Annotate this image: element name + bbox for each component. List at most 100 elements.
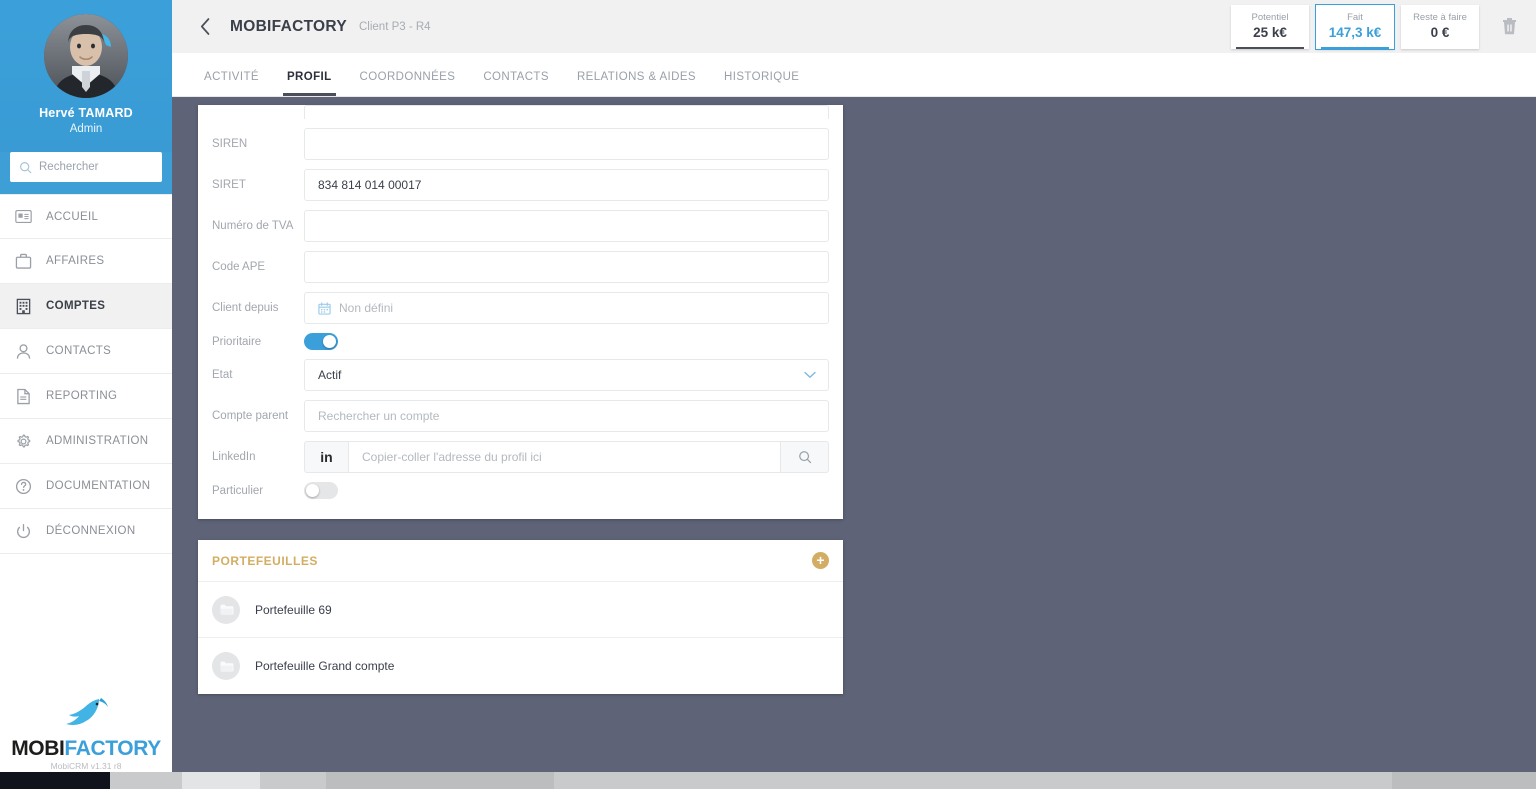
sidebar-item-affaires[interactable]: AFFAIRES <box>0 239 172 284</box>
page-subtitle: Client P3 - R4 <box>359 21 431 33</box>
tva-input[interactable] <box>304 210 829 242</box>
back-button[interactable] <box>190 12 220 42</box>
form-row-tva: Numéro de TVA <box>198 210 843 242</box>
page-title: MOBIFACTORY <box>230 18 347 36</box>
plus-circle-icon[interactable]: + <box>812 552 829 569</box>
particulier-label: Particulier <box>212 485 304 497</box>
compte-parent-label: Compte parent <box>212 410 304 422</box>
clipped-field[interactable] <box>304 105 829 119</box>
stat-potentiel[interactable]: Potentiel 25 k€ <box>1231 5 1309 49</box>
portfolio-name: Portefeuille 69 <box>255 603 332 617</box>
home-card-icon <box>14 207 33 226</box>
user-name: Hervé TAMARD <box>0 106 172 120</box>
form-row-prioritaire: Prioritaire <box>198 333 843 350</box>
sidebar-item-label: ADMINISTRATION <box>46 435 148 447</box>
siret-value: 834 814 014 00017 <box>318 178 421 192</box>
brand-word-part1: MOBI <box>11 737 64 760</box>
folder-icon <box>212 652 240 680</box>
taskbar-start[interactable] <box>0 772 110 789</box>
list-item[interactable]: Portefeuille 69 <box>198 582 843 638</box>
portfolios-card: PORTEFEUILLES + Portefeuille 69 <box>198 540 843 694</box>
siren-input[interactable] <box>304 128 829 160</box>
etat-label: Etat <box>212 369 304 381</box>
tab-historique[interactable]: HISTORIQUE <box>710 71 813 96</box>
os-taskbar <box>0 772 1536 789</box>
taskbar-item[interactable] <box>260 772 326 789</box>
linkedin-search-button[interactable] <box>781 441 829 473</box>
sidebar-nav: ACCUEIL AFFAIRES <box>0 194 172 695</box>
tab-bar: ACTIVITÉ PROFIL COORDONNÉES CONTACTS REL… <box>172 53 1536 96</box>
tab-coordonnees[interactable]: COORDONNÉES <box>346 71 470 96</box>
search-box[interactable] <box>10 152 162 182</box>
sidebar-item-administration[interactable]: ADMINISTRATION <box>0 419 172 464</box>
form-row-siren: SIREN <box>198 128 843 160</box>
sidebar-search-wrapper <box>0 152 172 194</box>
client-depuis-label: Client depuis <box>212 302 304 314</box>
gear-icon <box>14 432 33 451</box>
application-window: Hervé TAMARD Admin <box>0 0 1536 789</box>
sidebar-item-documentation[interactable]: DOCUMENTATION <box>0 464 172 509</box>
tab-contacts[interactable]: CONTACTS <box>469 71 563 96</box>
sidebar-item-label: REPORTING <box>46 390 117 402</box>
chevron-left-icon <box>199 17 212 36</box>
sidebar-item-label: ACCUEIL <box>46 211 98 223</box>
avatar[interactable] <box>44 14 128 98</box>
form-row-clipped <box>198 105 843 119</box>
list-item[interactable]: Portefeuille Grand compte <box>198 638 843 694</box>
tab-activite[interactable]: ACTIVITÉ <box>190 71 273 96</box>
linkedin-url-input[interactable]: Copier-coller l'adresse du profil ici <box>348 441 781 473</box>
stat-reste-a-faire[interactable]: Reste à faire 0 € <box>1401 5 1479 49</box>
sidebar-item-contacts[interactable]: CONTACTS <box>0 329 172 374</box>
brand-wordmark: MOBIFACTORY <box>11 737 161 761</box>
search-input[interactable] <box>39 161 153 173</box>
siren-label: SIREN <box>212 138 304 150</box>
prioritaire-label: Prioritaire <box>212 336 304 348</box>
brand-logo: MOBIFACTORY <box>0 695 172 761</box>
etat-value: Actif <box>318 368 341 382</box>
linkedin-label: LinkedIn <box>212 451 304 463</box>
user-profile-block: Hervé TAMARD Admin <box>0 0 172 152</box>
sidebar-item-deconnexion[interactable]: DÉCONNEXION <box>0 509 172 554</box>
compte-parent-input[interactable]: Rechercher un compte <box>304 400 829 432</box>
stat-value: 147,3 k€ <box>1329 25 1382 41</box>
siret-label: SIRET <box>212 179 304 191</box>
stat-value: 0 € <box>1431 25 1450 41</box>
taskbar-item[interactable] <box>182 772 260 789</box>
delete-account-button[interactable] <box>1492 10 1526 44</box>
app-version: MobiCRM v1.31 r8 <box>0 761 172 772</box>
stat-fait[interactable]: Fait 147,3 k€ <box>1316 5 1394 49</box>
avatar-photo <box>44 14 128 98</box>
portfolios-title: PORTEFEUILLES <box>212 554 318 568</box>
linkedin-icon[interactable]: in <box>304 441 348 473</box>
form-row-compte-parent: Compte parent Rechercher un compte <box>198 400 843 432</box>
ape-input[interactable] <box>304 251 829 283</box>
taskbar-item[interactable] <box>326 772 554 789</box>
trash-icon <box>1501 17 1518 36</box>
tab-profil[interactable]: PROFIL <box>273 71 346 96</box>
taskbar-item[interactable] <box>554 772 1392 789</box>
toggle-knob <box>306 484 319 497</box>
folder-icon <box>212 596 240 624</box>
compte-parent-placeholder: Rechercher un compte <box>318 409 439 423</box>
siret-input[interactable]: 834 814 014 00017 <box>304 169 829 201</box>
etat-select[interactable]: Actif <box>304 359 829 391</box>
taskbar-tray[interactable] <box>1392 772 1536 789</box>
taskbar-item[interactable] <box>110 772 182 789</box>
ape-label: Code APE <box>212 261 304 273</box>
sidebar-item-reporting[interactable]: REPORTING <box>0 374 172 419</box>
client-depuis-datepicker[interactable]: Non défini <box>304 292 829 324</box>
kpi-stats: Potentiel 25 k€ Fait 147,3 k€ Reste à fa… <box>1231 5 1536 49</box>
power-icon <box>14 522 33 541</box>
content-scroll-area[interactable]: SIREN SIRET 834 814 014 00017 Numéro de … <box>172 96 1536 789</box>
sidebar-item-accueil[interactable]: ACCUEIL <box>0 194 172 239</box>
prioritaire-toggle[interactable] <box>304 333 338 350</box>
form-row-client-depuis: Client depuis Non défini <box>198 292 843 324</box>
sidebar-item-comptes[interactable]: COMPTES <box>0 284 172 329</box>
document-icon <box>14 387 33 406</box>
top-header-bar: MOBIFACTORY Client P3 - R4 Potentiel 25 … <box>172 0 1536 53</box>
sidebar-item-label: COMPTES <box>46 300 105 312</box>
profile-form-card: SIREN SIRET 834 814 014 00017 Numéro de … <box>198 105 843 519</box>
particulier-toggle[interactable] <box>304 482 338 499</box>
tab-relations-aides[interactable]: RELATIONS & AIDES <box>563 71 710 96</box>
building-icon <box>14 297 33 316</box>
